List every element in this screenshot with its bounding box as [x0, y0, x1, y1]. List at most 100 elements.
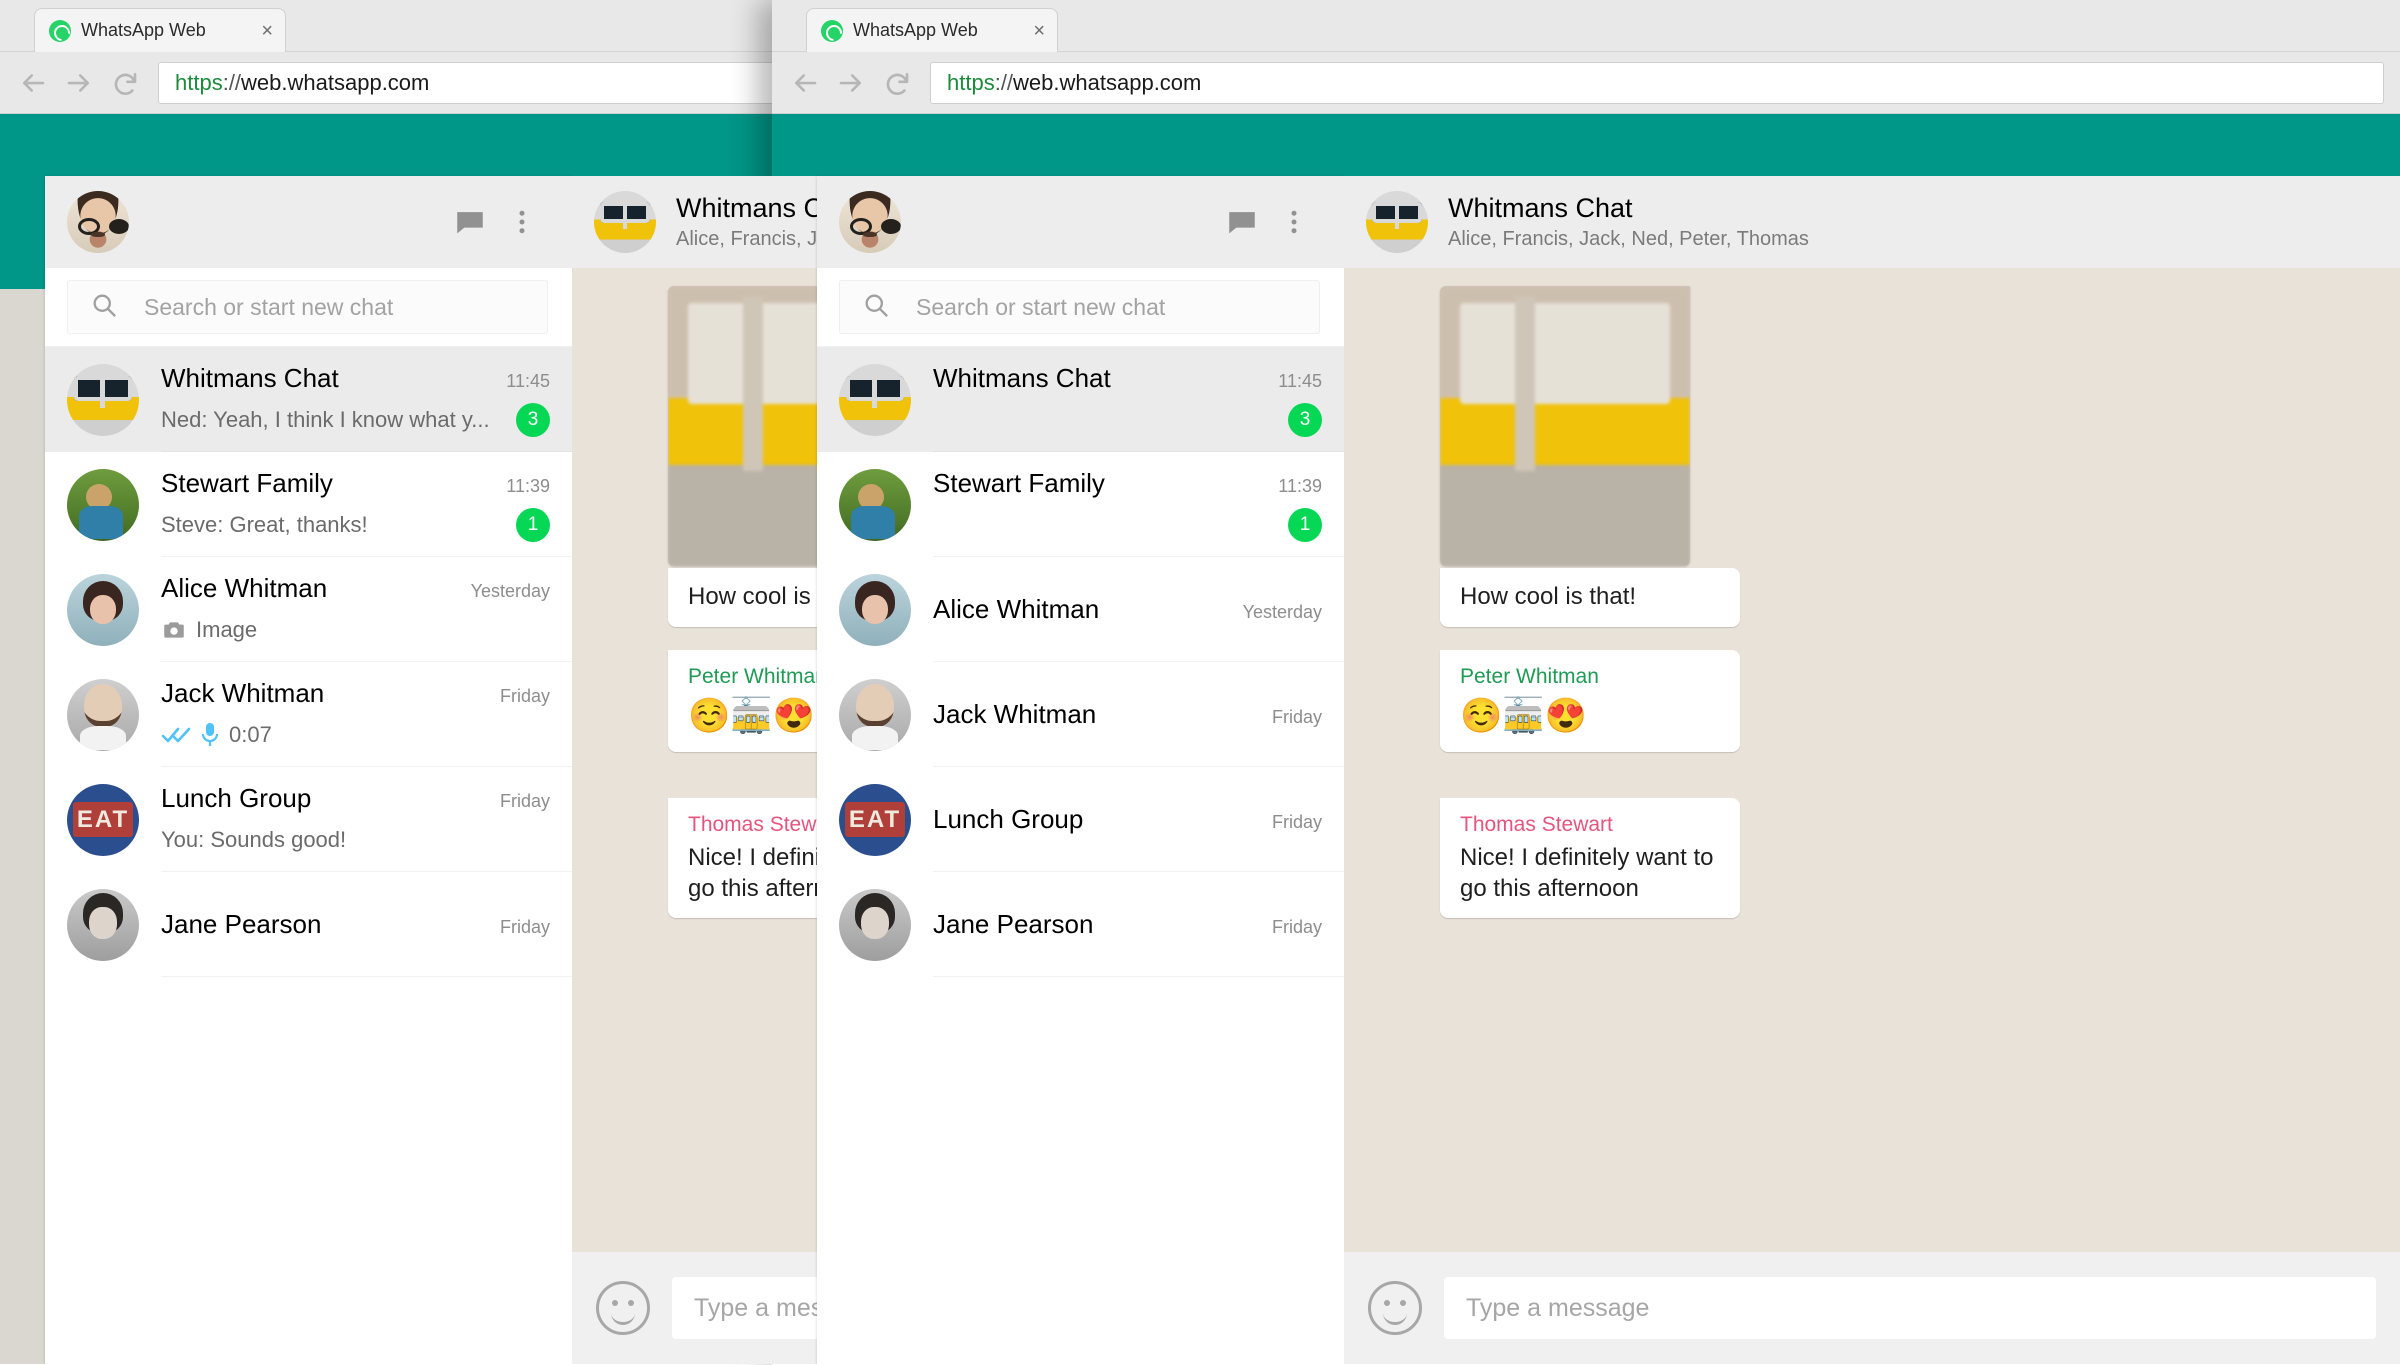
chat-timestamp: Friday — [499, 916, 550, 937]
avatar: EAT — [67, 783, 139, 856]
chat-name: Alice Whitman — [161, 572, 328, 603]
emoji-smiley-icon[interactable] — [1368, 1281, 1422, 1335]
avatar[interactable] — [1366, 191, 1428, 253]
whatsapp-icon — [49, 19, 71, 42]
browser-window-right: WhatsApp Web × https :// web.whatsapp.co… — [772, 0, 2400, 1365]
list-item-body: Jane Pearson Friday — [161, 872, 572, 977]
avatar: EAT — [839, 783, 911, 856]
message-list[interactable]: How cool is that! Peter Whitman ☺️🚋😍 Tho… — [1344, 268, 2400, 1252]
chat-name: Whitmans Chat — [161, 362, 339, 393]
image-message[interactable] — [1440, 286, 1690, 566]
chat-list[interactable]: Whitmans Chat 11:45 Ned: Yeah, I think I… — [45, 347, 572, 1364]
back-arrow-icon[interactable] — [782, 60, 828, 106]
avatar-text: EAT — [76, 805, 130, 833]
message-bubble: Thomas Stewart Nice! I definitely want t… — [1440, 798, 1740, 919]
message-text: ☺️🚋😍 — [1460, 696, 1588, 735]
chat-timestamp: 11:45 — [1278, 370, 1322, 391]
search-icon — [90, 291, 118, 324]
chat-preview: Ned: Yeah, I think I know what y... — [933, 407, 1278, 433]
forward-arrow-icon[interactable] — [56, 60, 102, 106]
message-sender: Thomas Stewart — [1460, 813, 1613, 836]
overflow-menu-icon[interactable] — [496, 196, 548, 248]
list-item[interactable]: Jack Whitman Friday — [817, 662, 1344, 767]
avatar[interactable] — [594, 191, 656, 253]
page-title: Whitmans Chat — [1448, 193, 1633, 223]
list-item[interactable]: Jane Pearson Friday — [45, 872, 572, 977]
message-bubble: Peter Whitman ☺️🚋😍 — [1440, 650, 1740, 753]
url-scheme: https — [947, 69, 995, 95]
avatar[interactable] — [67, 191, 129, 253]
close-icon[interactable]: × — [1033, 21, 1045, 41]
list-item[interactable]: EAT Lunch Group Friday — [817, 767, 1344, 872]
chat-preview: Steve: Great, thanks! — [933, 512, 1278, 538]
browser-tab-left[interactable]: WhatsApp Web × — [34, 8, 286, 52]
conversation-participants: Alice, Francis, Jack, Ned, Peter, Thomas — [1448, 228, 1809, 250]
list-item[interactable]: Jane Pearson Friday — [817, 872, 1344, 977]
whatsapp-icon — [821, 19, 843, 42]
new-chat-icon[interactable] — [444, 196, 496, 248]
unread-badge: 1 — [516, 507, 550, 542]
search-input[interactable]: Search or start new chat — [839, 280, 1320, 334]
url-host: web.whatsapp.com — [241, 69, 430, 95]
unread-badge: 3 — [1288, 402, 1322, 437]
chat-name: Whitmans Chat — [933, 362, 1111, 393]
list-item[interactable]: Whitmans Chat 11:45 Ned: Yeah, I think I… — [817, 347, 1344, 452]
avatar — [839, 363, 911, 436]
list-item[interactable]: Stewart Family 11:39 Steve: Great, thank… — [45, 452, 572, 557]
browser-tab-right[interactable]: WhatsApp Web × — [806, 8, 1058, 52]
conversation-header: Whitmans Chat Alice, Francis, Jack, Ned,… — [1344, 176, 2400, 268]
reload-icon[interactable] — [102, 60, 148, 106]
emoji-smiley-icon[interactable] — [596, 1281, 650, 1335]
avatar — [839, 468, 911, 541]
chat-preview: You: Sounds good! — [161, 826, 347, 852]
address-bar[interactable]: https :// web.whatsapp.com — [930, 61, 2384, 104]
chat-list[interactable]: Whitmans Chat 11:45 Ned: Yeah, I think I… — [817, 347, 1344, 1364]
chat-timestamp: Yesterday — [470, 580, 550, 601]
avatar[interactable] — [839, 191, 901, 253]
list-item[interactable]: Stewart Family 11:39 Steve: Great, thank… — [817, 452, 1344, 557]
list-item-body: Lunch Group Friday — [933, 767, 1344, 872]
forward-arrow-icon[interactable] — [828, 60, 874, 106]
chat-name: Lunch Group — [933, 803, 1084, 834]
chat-timestamp: 11:45 — [506, 370, 550, 391]
whatsapp-app-right: Search or start new chat Whitmans Chat 1… — [817, 176, 2400, 1364]
list-item[interactable]: Alice Whitman Yesterday — [817, 557, 1344, 662]
list-item-body: Whitmans Chat 11:45 Ned: Yeah, I think I… — [161, 347, 572, 452]
chat-name: Lunch Group — [161, 782, 312, 813]
tab-title: WhatsApp Web — [853, 20, 978, 40]
browser-toolbar-right: https :// web.whatsapp.com — [772, 52, 2400, 114]
back-arrow-icon[interactable] — [10, 60, 56, 106]
close-icon[interactable]: × — [261, 21, 273, 41]
list-item-body: Jane Pearson Friday — [933, 872, 1344, 977]
chat-preview: Ned: Yeah, I think I know what y... — [161, 406, 490, 432]
chat-preview: Steve: Great, thanks! — [161, 511, 368, 537]
screenshot-stage: WhatsApp Web × https :// web.whatsapp.co… — [0, 0, 2400, 1365]
avatar — [67, 573, 139, 646]
chat-list-header — [45, 176, 572, 268]
overflow-menu-icon[interactable] — [1268, 196, 1320, 248]
avatar — [67, 468, 139, 541]
chat-timestamp: Yesterday — [1242, 601, 1322, 622]
chat-timestamp: Friday — [1271, 916, 1322, 937]
message-input-placeholder: Type a message — [1466, 1293, 1650, 1322]
chat-list-panel: Search or start new chat Whitmans Chat 1… — [45, 176, 572, 1364]
chat-timestamp: Friday — [1271, 706, 1322, 727]
list-item[interactable]: EAT Lunch Group Friday You: Sounds good! — [45, 767, 572, 872]
list-item[interactable]: Whitmans Chat 11:45 Ned: Yeah, I think I… — [45, 347, 572, 452]
avatar — [67, 888, 139, 961]
message-input[interactable]: Type a message — [1444, 1277, 2376, 1339]
search-input[interactable]: Search or start new chat — [67, 280, 548, 334]
chat-name: Stewart Family — [161, 467, 333, 498]
chat-name: Jack Whitman — [161, 677, 325, 708]
chat-name: Alice Whitman — [933, 593, 1100, 624]
list-item[interactable]: Jack Whitman Friday — [45, 662, 572, 767]
conversation-panel: Whitmans Chat Alice, Francis, Jack, Ned,… — [1344, 176, 2400, 1364]
search-container: Search or start new chat — [817, 268, 1344, 347]
reload-icon[interactable] — [874, 60, 920, 106]
conversation-meta: Whitmans Chat Alice, Francis, Jack, Ned,… — [1448, 193, 1809, 251]
list-item[interactable]: Alice Whitman Yesterday Image — [45, 557, 572, 662]
page-viewport-right: Search or start new chat Whitmans Chat 1… — [772, 114, 2400, 1364]
new-chat-icon[interactable] — [1216, 196, 1268, 248]
message-text: Nice! I definitely want to go this after… — [1460, 843, 1714, 902]
list-item-body: Alice Whitman Yesterday — [933, 557, 1344, 662]
